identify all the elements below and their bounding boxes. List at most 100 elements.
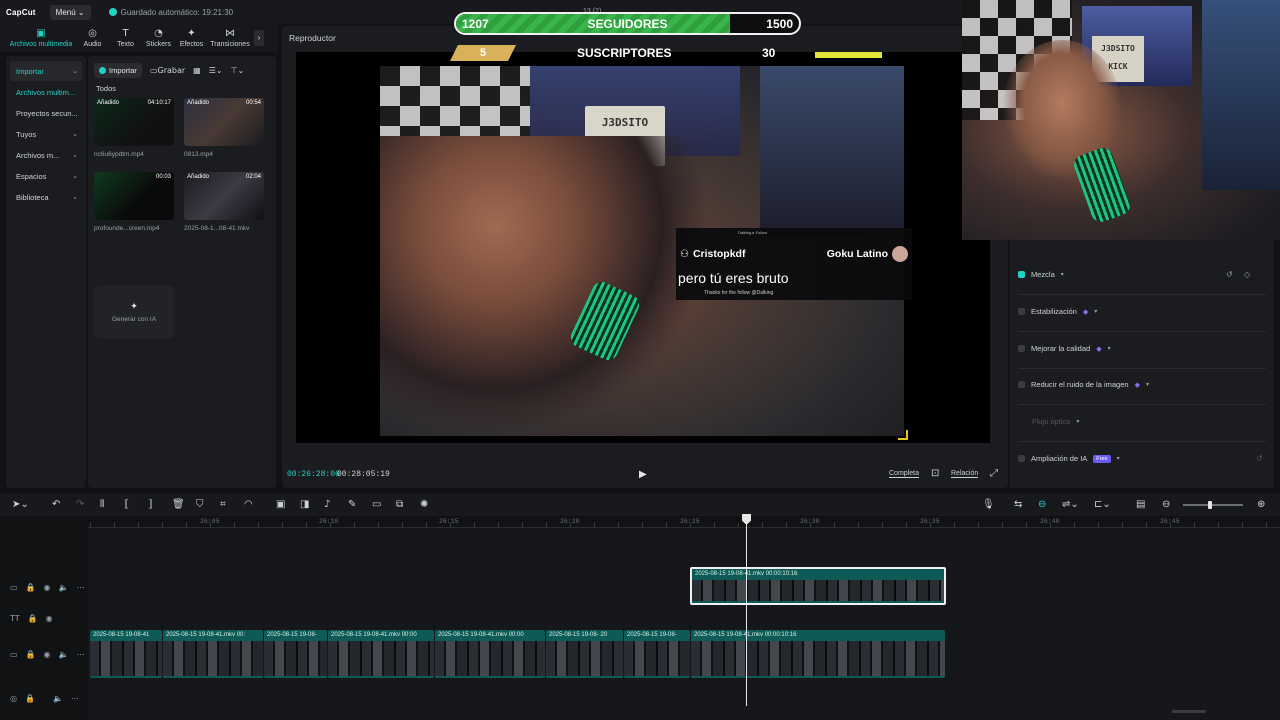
fit-icon[interactable]: ⊡ (931, 468, 939, 479)
undo-icon[interactable]: ↶ (52, 499, 60, 510)
play-icon[interactable]: ▶ (639, 469, 647, 480)
tabs-scroll-right-icon[interactable]: › (254, 30, 264, 46)
checkbox[interactable] (1018, 345, 1025, 352)
media-item[interactable]: Añadido 00:54 0813.mp4 (184, 98, 264, 158)
lock-icon[interactable]: 🔒 (26, 583, 36, 592)
timeline-clip[interactable]: 2025-08-15 19-08-41.mkv 00: (163, 630, 263, 678)
audio-split-icon[interactable]: ♪ (324, 499, 330, 510)
record-button[interactable]: ▭Grabar (150, 66, 185, 75)
frame-icon[interactable]: ⧉ (396, 499, 403, 510)
timeline-scrollbar[interactable] (1172, 710, 1206, 713)
checkbox[interactable] (1018, 381, 1025, 388)
split-right-icon[interactable]: ⟧ (148, 499, 153, 510)
select-tool-icon[interactable]: ➤⌄ (12, 499, 29, 510)
microphone-icon[interactable]: 🎙 (982, 499, 995, 510)
mirror-icon[interactable]: ◨ (300, 499, 309, 510)
speaker-icon[interactable]: 🔈 (53, 694, 63, 703)
import-button[interactable]: Importar (94, 62, 142, 78)
eye-icon[interactable]: ◉ (44, 650, 51, 659)
delete-icon[interactable]: 🗑 (172, 499, 185, 510)
prop-denoise[interactable]: Reducir el ruido de la imagen ◆ ▾ (1018, 380, 1149, 389)
zoom-in-icon[interactable]: ⊕ (1257, 499, 1265, 510)
generate-ia-button[interactable]: ✦ Generar con IA (94, 286, 174, 338)
checkbox[interactable] (1018, 308, 1025, 315)
ratio-button[interactable]: Relación (951, 470, 979, 478)
prop-ai-upscale[interactable]: Ampliación de IA Free ▾ (1018, 454, 1120, 463)
magic-icon[interactable]: ✎ (348, 499, 356, 510)
lock-icon[interactable]: 🔒 (28, 614, 38, 623)
freeze-icon[interactable]: ▣ (276, 499, 285, 510)
crop-icon[interactable]: ⌗ (220, 499, 226, 510)
tab-stickers[interactable]: ◔ Stickers (142, 24, 175, 52)
timeline-clip[interactable]: 2025-08-15 19-08- (264, 630, 327, 678)
keyframe-icon[interactable]: ◇ (1244, 270, 1250, 279)
timeline-clip[interactable]: 2025-08-15 19-08-41.mkv 00:00 (328, 630, 434, 678)
tab-text[interactable]: T Texto (109, 24, 142, 52)
caption-icon[interactable]: ▭ (372, 499, 381, 510)
grid-view-icon[interactable]: ▦ (193, 66, 201, 75)
eye-icon[interactable]: ◉ (46, 614, 53, 623)
sort-icon[interactable]: ☰⌄ (209, 66, 223, 75)
fullscreen-icon[interactable]: ⤢ (990, 468, 998, 479)
magnet-icon[interactable]: ⊖ (1038, 499, 1046, 510)
tab-audio[interactable]: ◎ Audio (76, 24, 109, 52)
split-icon[interactable]: ⫴ (100, 499, 104, 510)
timeline-clip[interactable]: 2025-08-15 19-08-41 (90, 630, 162, 678)
media-item[interactable]: Añadido 02:04 2025-08-1...08-41.mkv (184, 172, 264, 232)
prop-blend[interactable]: Mezcla ▾ (1018, 270, 1064, 279)
more-icon[interactable]: ⋯ (71, 694, 79, 703)
timeline-ruler[interactable]: 26:05 26:10 26:15 26:20 26:25 26:30 26:35 26:40… (88, 516, 1280, 528)
reset-icon[interactable]: ↺ (1226, 270, 1233, 279)
subtitle-icon[interactable]: ▤ (1136, 499, 1145, 510)
eye-icon[interactable]: ◉ (44, 583, 51, 592)
filter-icon[interactable]: ⊤⌄ (231, 66, 245, 75)
tab-transitions[interactable]: ⋈ Transiciones (208, 24, 252, 52)
speed-icon[interactable]: ◠ (244, 499, 253, 510)
more-icon[interactable]: ⋯ (76, 583, 84, 592)
media-item[interactable]: Añadido 04:10:17 nc6u6ypdtm.mp4 (94, 98, 174, 158)
shield-icon[interactable]: ⛉ (196, 499, 204, 510)
quality-button[interactable]: Completa (889, 470, 919, 478)
sidebar-item-media-files[interactable]: Archivos multim... (10, 82, 82, 102)
more-icon[interactable]: ⋯ (76, 650, 84, 659)
lock-icon[interactable]: 🔒 (25, 694, 35, 703)
zoom-slider-handle[interactable] (1208, 501, 1213, 509)
sidebar-item-library[interactable]: Biblioteca ⌄ (10, 187, 82, 207)
timeline-clip[interactable]: 2025-08-15 19-08- (624, 630, 690, 678)
track-header-text: TT 🔒 ◉ (0, 608, 88, 628)
checkbox[interactable] (1018, 455, 1025, 462)
checkbox[interactable] (1018, 271, 1025, 278)
menu-button[interactable]: Menú ⌄ (49, 4, 91, 20)
playhead[interactable] (746, 516, 747, 706)
timeline-clip[interactable]: 2025-08-15 19-08-41.mkv 00:00 (435, 630, 545, 678)
tab-media[interactable]: ▣ Archivos multimedia (6, 24, 76, 52)
preview-axis-icon[interactable]: ⊏⌄ (1094, 499, 1111, 510)
prop-enhance-quality[interactable]: Mejorar la calidad ◆ ▾ (1018, 344, 1111, 353)
sidebar-item-import[interactable]: Importar ⌄ (10, 61, 82, 81)
webcam-overlay: J3DSITO KICK (962, 0, 1280, 240)
sidebar-item-spaces[interactable]: Espacios ⌄ (10, 166, 82, 186)
redo-icon[interactable]: ↷ (76, 499, 84, 510)
linkage-icon[interactable]: ⇌⌄ (1062, 499, 1079, 510)
link-icon[interactable]: ⇆ (1014, 499, 1022, 510)
media-item[interactable]: 00:03 profounde...creen.mp4 (94, 172, 174, 232)
timeline-clip[interactable]: 2025-08-15 19-08- 20 (546, 630, 623, 678)
ai-icon[interactable]: ✺ (420, 499, 428, 510)
reset-icon[interactable]: ↺ (1256, 454, 1263, 463)
crop-corner[interactable] (898, 430, 908, 440)
sidebar-item-media-archive[interactable]: Archivos m... ⌄ (10, 145, 82, 165)
zoom-slider[interactable] (1183, 501, 1243, 509)
split-left-icon[interactable]: ⟦ (124, 499, 129, 510)
filter-all[interactable]: Todos (88, 78, 276, 94)
sidebar-item-yours[interactable]: Tuyos ⌄ (10, 124, 82, 144)
prop-stabilization[interactable]: Estabilización ◆ ▾ (1018, 307, 1097, 316)
lock-icon[interactable]: 🔒 (26, 650, 36, 659)
zoom-out-icon[interactable]: ⊖ (1162, 499, 1170, 510)
speaker-icon[interactable]: 🔈 (59, 650, 69, 659)
timeline-clip[interactable]: 2025-08-15 19-08-41.mkv 00:00:10:16 (691, 630, 945, 678)
speaker-icon[interactable]: 🔈 (59, 583, 69, 592)
selected-clip[interactable]: 2025-08-15 19-08-41.mkv 00:00:10:16 (690, 567, 946, 605)
tab-effects[interactable]: ✦ Efectos (175, 24, 208, 52)
sidebar-item-sub-projects[interactable]: Proyectos secun... (10, 103, 82, 123)
media-filename: 2025-08-1...08-41.mkv (184, 225, 250, 232)
